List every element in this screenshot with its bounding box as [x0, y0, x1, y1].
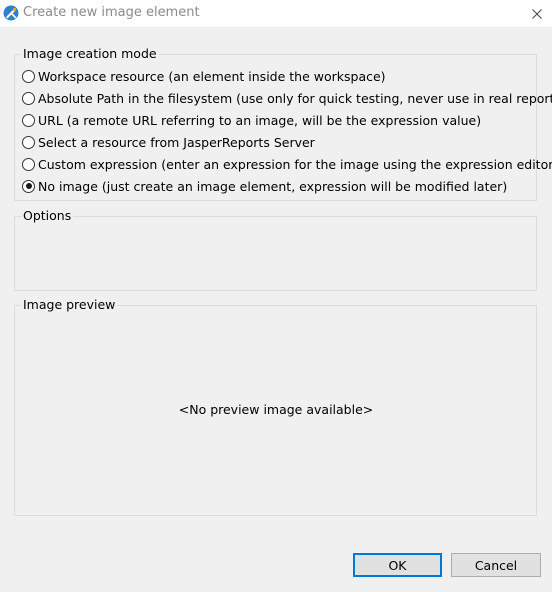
- options-group: [14, 216, 537, 291]
- cancel-button[interactable]: Cancel: [451, 553, 541, 577]
- jaspersoft-studio-icon: [3, 5, 19, 21]
- radio-workspace-resource[interactable]: Workspace resource (an element inside th…: [22, 67, 386, 85]
- radio-label: Absolute Path in the filesystem (use onl…: [38, 90, 552, 106]
- radio-no-image[interactable]: No image (just create an image element, …: [22, 177, 507, 195]
- radio-button[interactable]: [22, 135, 35, 149]
- close-icon: [532, 8, 542, 19]
- radio-button[interactable]: [22, 157, 35, 171]
- title-bar: Create new image element: [0, 0, 552, 27]
- ok-button[interactable]: OK: [353, 553, 442, 577]
- image-preview-label: Image preview: [21, 297, 118, 312]
- window-title: Create new image element: [23, 5, 200, 20]
- radio-label: URL (a remote URL referring to an image,…: [38, 112, 482, 128]
- radio-label: No image (just create an image element, …: [38, 178, 508, 194]
- radio-custom-expression[interactable]: Custom expression (enter an expression f…: [22, 155, 552, 173]
- radio-button[interactable]: [22, 91, 35, 105]
- radio-url[interactable]: URL (a remote URL referring to an image,…: [22, 111, 481, 129]
- close-button[interactable]: [526, 0, 548, 27]
- radio-jasperreports-server[interactable]: Select a resource from JasperReports Ser…: [22, 133, 315, 151]
- radio-label: Select a resource from JasperReports Ser…: [38, 134, 315, 150]
- radio-label: Workspace resource (an element inside th…: [38, 68, 386, 84]
- radio-button[interactable]: [22, 113, 35, 127]
- no-preview-placeholder: <No preview image available>: [178, 402, 374, 417]
- options-label: Options: [21, 208, 74, 223]
- radio-label: Custom expression (enter an expression f…: [38, 156, 552, 172]
- radio-absolute-path[interactable]: Absolute Path in the filesystem (use onl…: [22, 89, 552, 107]
- radio-button[interactable]: [22, 69, 35, 83]
- radio-button-selected[interactable]: [22, 179, 35, 193]
- image-creation-mode-label: Image creation mode: [21, 46, 159, 61]
